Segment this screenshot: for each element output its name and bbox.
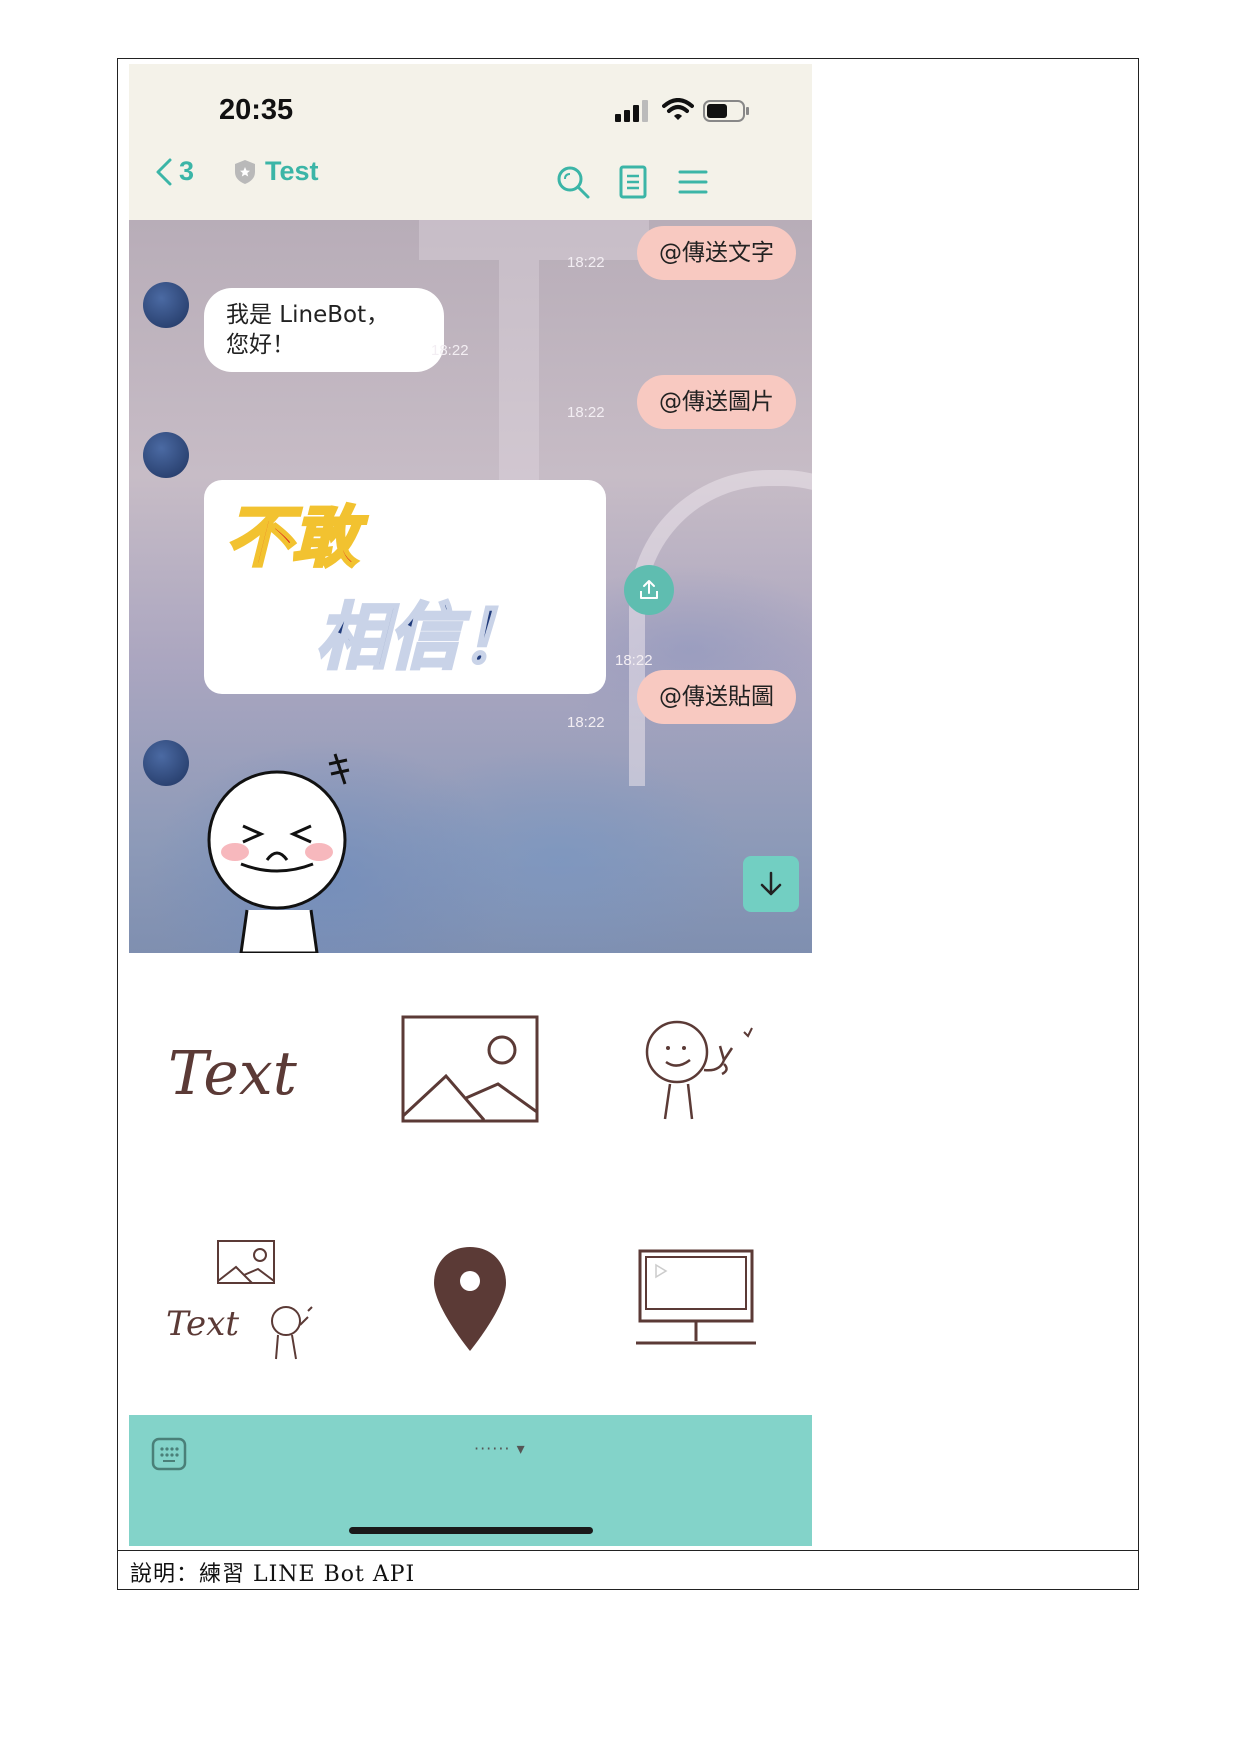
text-label-drawing: Text (168, 1039, 298, 1109)
wifi-icon (662, 98, 694, 120)
rich-menu-text-label: Text (168, 1039, 298, 1109)
share-icon (640, 580, 658, 599)
image-caption-1: 不敢 (226, 499, 368, 576)
chat-title-text: Test (265, 156, 319, 186)
message-time: 18:22 (567, 254, 605, 271)
rich-menu-video[interactable] (583, 1184, 810, 1415)
search-icon[interactable] (555, 164, 591, 200)
chevron-left-icon (156, 158, 172, 185)
caption-divider (117, 1550, 1139, 1551)
message-bubble[interactable]: @傳送貼圖 (637, 670, 796, 724)
chat-title[interactable]: Test (233, 156, 319, 187)
phone-screenshot: 20:35 3 Test @傳送文字 18:22 我是 LineBot， 您好！… (129, 64, 812, 1546)
shield-icon (235, 159, 255, 184)
bottom-bar: ······ ▾ (129, 1415, 812, 1546)
message-bubble[interactable]: @傳送文字 (637, 226, 796, 280)
notes-icon[interactable] (615, 164, 651, 200)
rich-menu-imagemap-label: Text (166, 1304, 239, 1344)
message-line: 您好！ (226, 332, 295, 358)
rich-menu-image[interactable] (356, 953, 583, 1184)
caption: 說明：練習 LINE Bot API (130, 1562, 416, 1587)
image-message[interactable]: 不敢 相信！ (204, 480, 606, 694)
rich-menu-sticker[interactable] (583, 953, 810, 1184)
bot-avatar[interactable] (143, 432, 189, 478)
chat-area[interactable]: @傳送文字 18:22 我是 LineBot， 您好！ 18:22 @傳送圖片 … (129, 220, 812, 953)
rich-menu-location[interactable] (356, 1184, 583, 1415)
imagemap-icon: Text (166, 1239, 313, 1359)
sticker-icon (645, 1020, 753, 1119)
monitor-icon (635, 1249, 756, 1344)
home-indicator (349, 1527, 593, 1534)
keyboard-icon[interactable] (151, 1437, 187, 1471)
bot-avatar[interactable] (143, 282, 189, 328)
location-pin-icon (433, 1246, 506, 1351)
rich-menu-toggle[interactable]: ······ ▾ (474, 1439, 526, 1458)
message-bubble[interactable]: @傳送圖片 (637, 375, 796, 429)
signal-icon (615, 100, 648, 122)
meme-image: 不敢 相信！ (225, 498, 534, 681)
status-bar: 20:35 (129, 64, 812, 144)
background-arch (629, 470, 812, 786)
unread-count: 3 (179, 156, 195, 186)
background-cornice (419, 220, 649, 260)
background-pillar (499, 260, 539, 490)
bot-avatar[interactable] (143, 740, 189, 786)
scroll-down-button[interactable] (743, 856, 799, 912)
arrow-down-icon (760, 871, 782, 896)
rich-menu-imagemap[interactable]: Text (129, 1184, 356, 1415)
message-time: 18:22 (615, 652, 653, 669)
message-line: 我是 LineBot， (226, 302, 390, 328)
status-time: 20:35 (219, 94, 294, 126)
rich-menu-text[interactable]: Text (129, 953, 356, 1184)
sticker-message[interactable] (207, 740, 377, 953)
image-icon (401, 1015, 538, 1122)
image-caption-2: 相信！ (316, 595, 532, 679)
rich-menu: Text Text (129, 953, 812, 1415)
message-time: 18:22 (567, 714, 605, 731)
message-time: 18:22 (431, 342, 469, 359)
message-time: 18:22 (567, 404, 605, 421)
menu-icon[interactable] (675, 164, 711, 200)
share-button[interactable] (624, 565, 674, 615)
battery-icon (703, 100, 749, 122)
message-bubble[interactable]: 我是 LineBot， 您好！ (204, 288, 444, 372)
back-button[interactable]: 3 (155, 156, 194, 187)
